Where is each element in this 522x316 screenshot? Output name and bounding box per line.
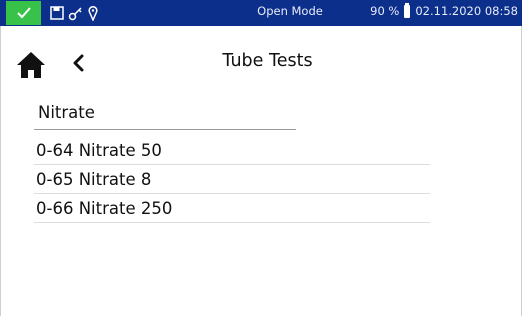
list-item[interactable]: 0-66 Nitrate 250 (34, 194, 430, 223)
test-list: 0-64 Nitrate 50 0-65 Nitrate 8 0-66 Nitr… (34, 136, 430, 223)
datetime: 02.11.2020 08:58 (415, 4, 518, 18)
home-icon[interactable] (16, 51, 46, 79)
status-bar: Open Mode 90 % 02.11.2020 08:58 (0, 0, 522, 26)
status-right: 90 % 02.11.2020 08:58 (370, 2, 518, 18)
section-label: Nitrate (38, 103, 95, 122)
list-item[interactable]: 0-65 Nitrate 8 (34, 165, 430, 194)
key-icon (68, 7, 82, 21)
section-divider (34, 129, 296, 130)
status-icons (50, 3, 98, 23)
save-icon (50, 6, 64, 20)
battery-percent: 90 % (370, 4, 400, 18)
check-icon (16, 7, 31, 19)
battery-icon (404, 2, 411, 18)
status-ok-indicator (6, 1, 41, 25)
mode-label: Open Mode (257, 4, 323, 18)
location-pin-icon (88, 5, 98, 21)
list-item[interactable]: 0-64 Nitrate 50 (34, 136, 430, 165)
back-icon[interactable] (70, 54, 88, 72)
page-title: Tube Tests (222, 51, 313, 71)
